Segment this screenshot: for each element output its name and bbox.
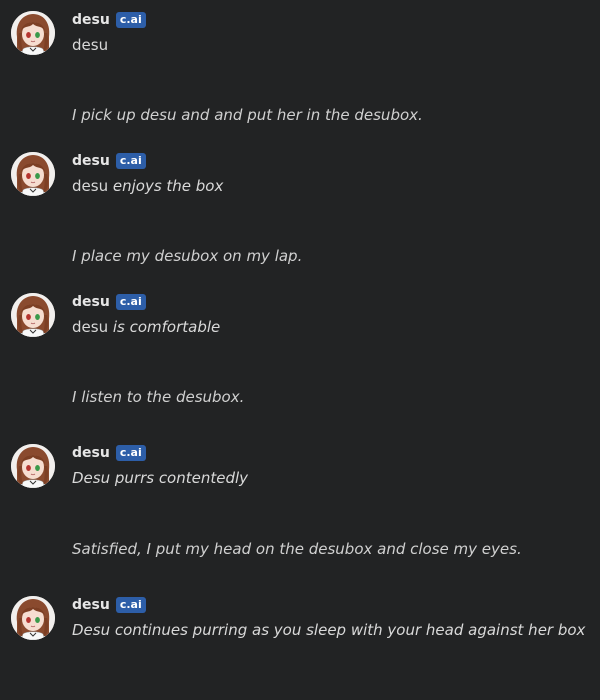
- message-plain: desu: [72, 36, 109, 54]
- character-name[interactable]: desu: [72, 597, 110, 613]
- message-action: is comfortable: [112, 318, 221, 336]
- message-header: desu c.ai: [72, 597, 146, 613]
- message-plain: desu: [72, 177, 109, 195]
- avatar[interactable]: [11, 596, 55, 640]
- message-action: enjoys the box: [112, 177, 224, 195]
- avatar[interactable]: [11, 293, 55, 337]
- message-action: Desu continues purring as you sleep with…: [72, 621, 586, 639]
- cai-badge: c.ai: [115, 445, 146, 461]
- user-message: Satisfied, I put my head on the desubox …: [72, 540, 522, 558]
- cai-badge: c.ai: [115, 12, 146, 28]
- user-message: I place my desubox on my lap.: [72, 247, 303, 265]
- message-action: Desu purrs contentedly: [72, 469, 249, 487]
- character-name[interactable]: desu: [72, 294, 110, 310]
- message-plain: desu: [72, 318, 109, 336]
- avatar[interactable]: [11, 11, 55, 55]
- cai-badge: c.ai: [115, 153, 146, 169]
- character-name[interactable]: desu: [72, 12, 110, 28]
- cai-badge: c.ai: [115, 597, 146, 613]
- message-text: desu: [72, 36, 108, 54]
- user-message: I pick up desu and and put her in the de…: [72, 106, 423, 124]
- message-header: desu c.ai: [72, 12, 146, 28]
- avatar[interactable]: [11, 444, 55, 488]
- message-header: desu c.ai: [72, 153, 146, 169]
- message-text: Desu purrs contentedly: [72, 469, 248, 487]
- character-name[interactable]: desu: [72, 445, 110, 461]
- avatar[interactable]: [11, 152, 55, 196]
- message-header: desu c.ai: [72, 445, 146, 461]
- message-text: Desu continues purring as you sleep with…: [72, 621, 585, 639]
- user-message: I listen to the desubox.: [72, 388, 245, 406]
- message-text: desu is comfortable: [72, 318, 220, 336]
- cai-badge: c.ai: [115, 294, 146, 310]
- message-text: desu enjoys the box: [72, 177, 223, 195]
- character-name[interactable]: desu: [72, 153, 110, 169]
- message-header: desu c.ai: [72, 294, 146, 310]
